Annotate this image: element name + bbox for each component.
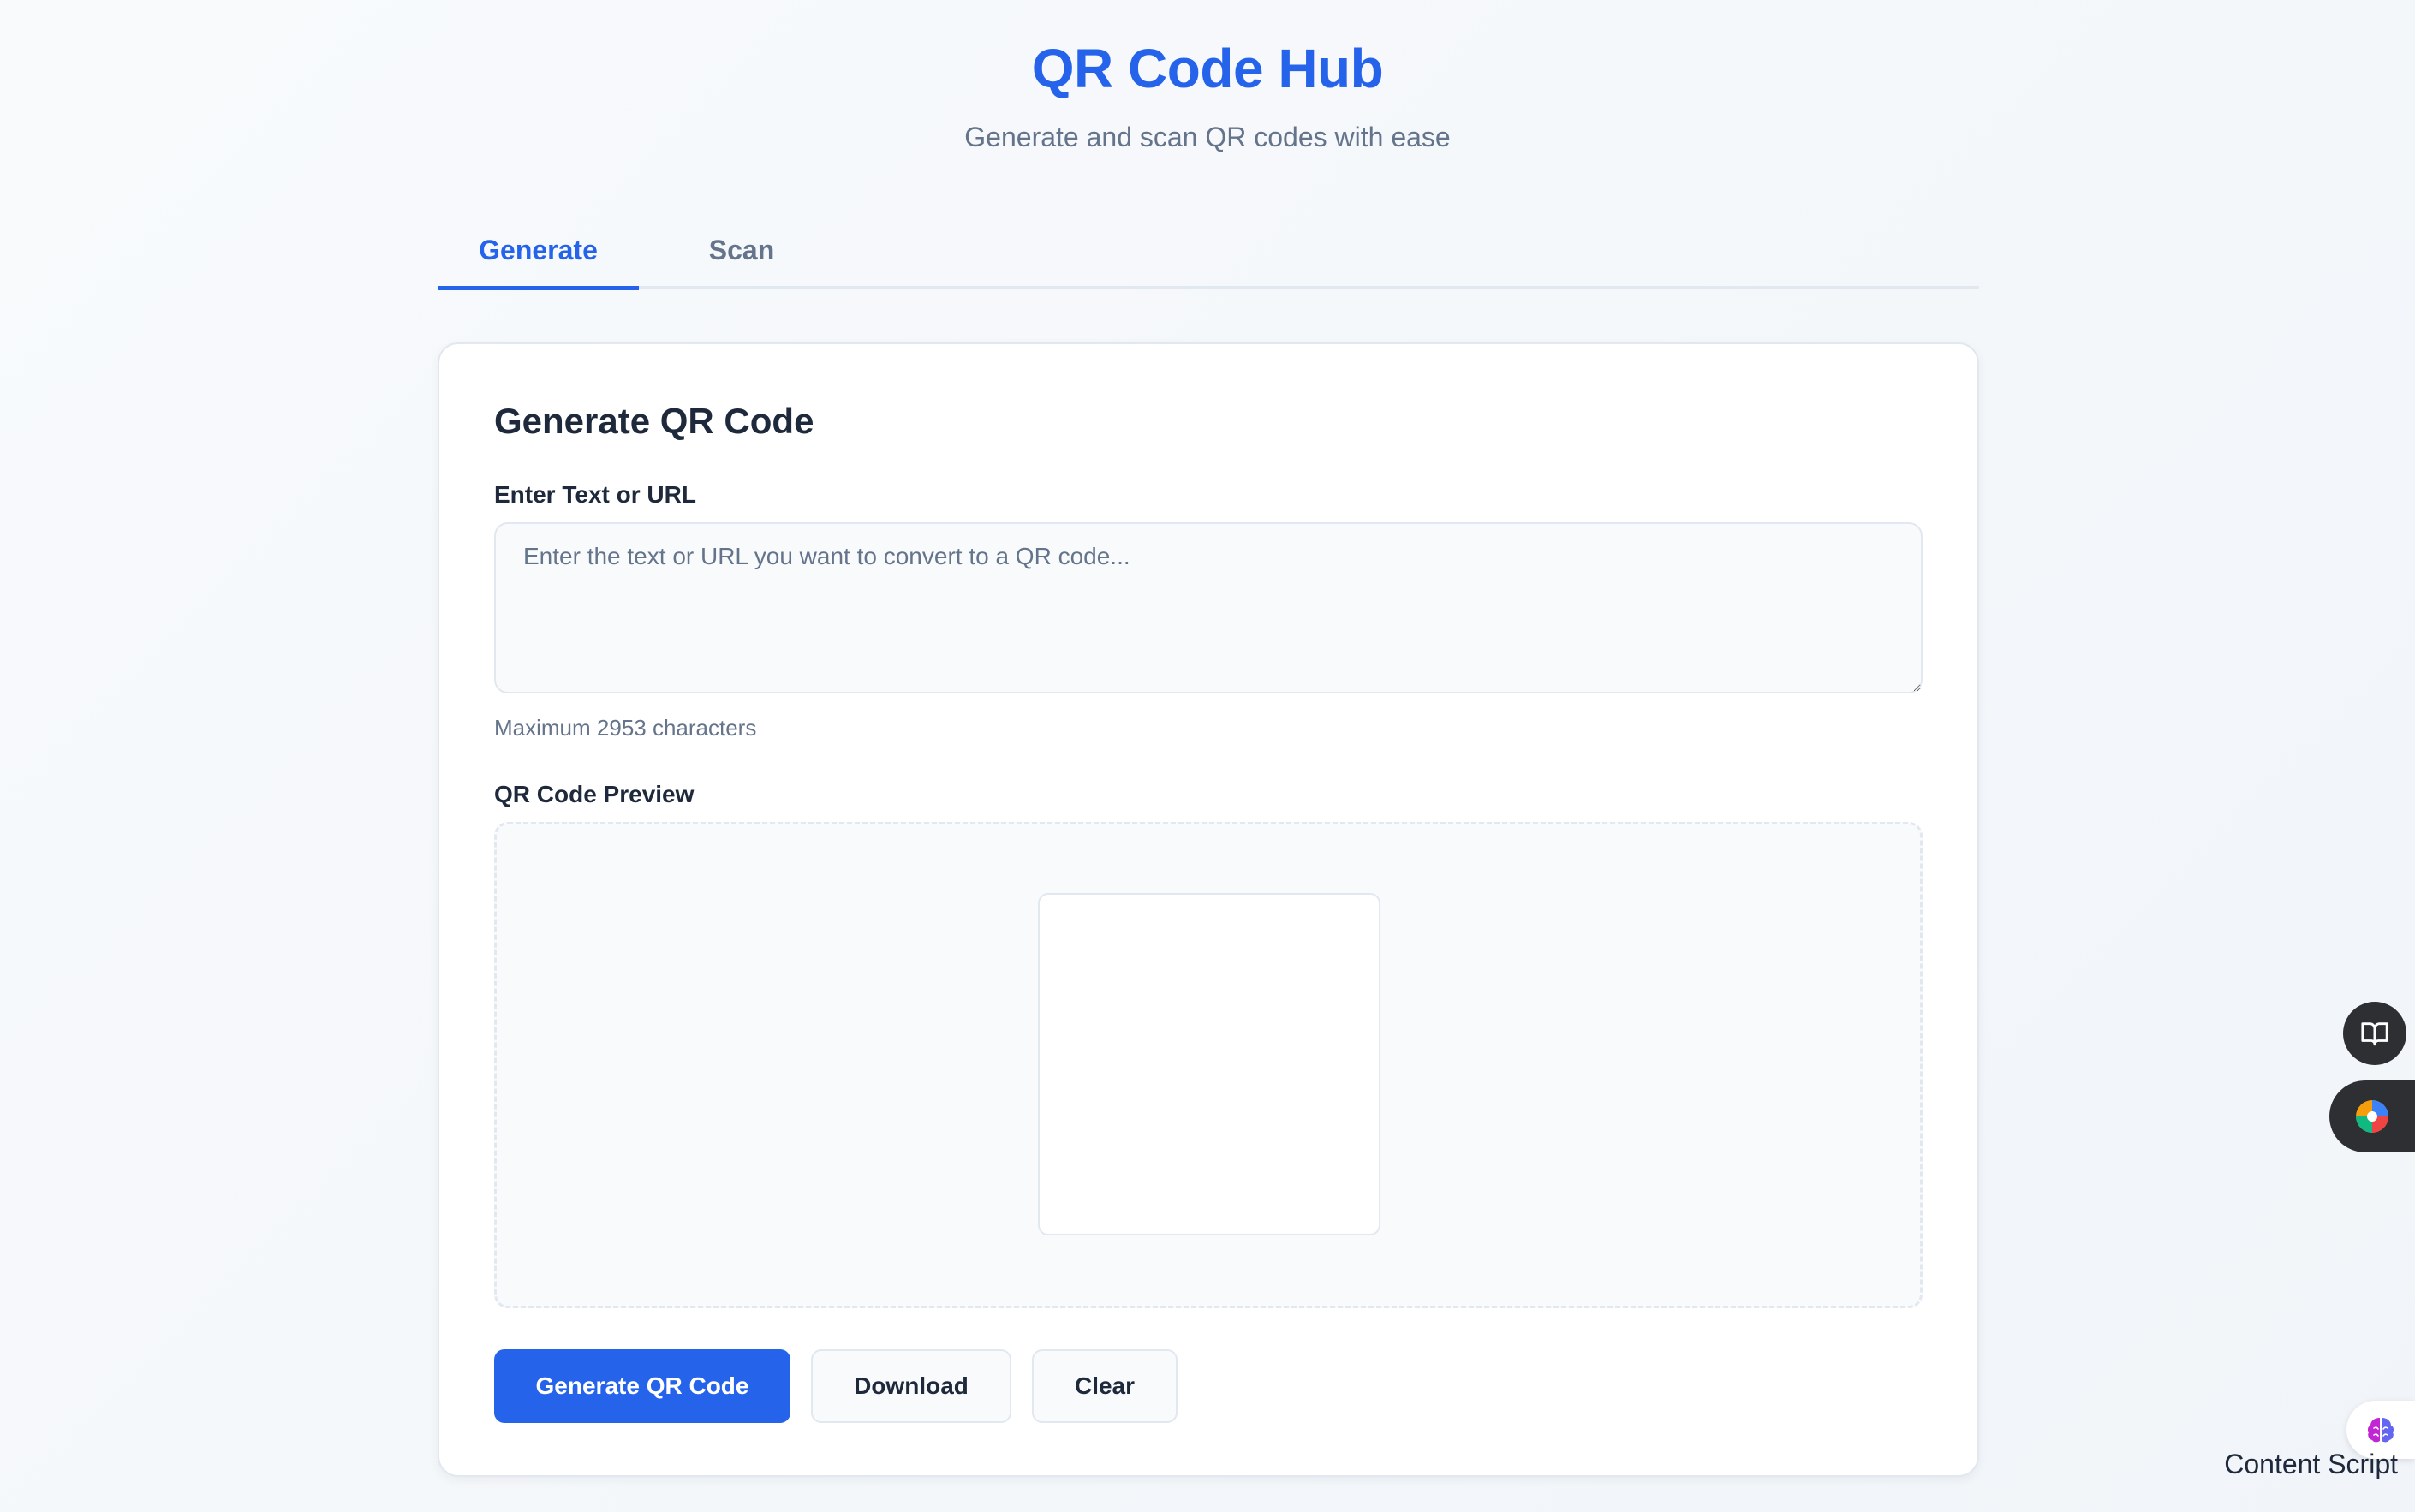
ai-assistant-button[interactable] — [2329, 1080, 2415, 1152]
generate-card: Generate QR Code Enter Text or URL Maxim… — [438, 342, 1979, 1477]
tab-scan[interactable]: Scan — [639, 214, 844, 289]
card-title: Generate QR Code — [494, 401, 814, 441]
generate-qr-button[interactable]: Generate QR Code — [494, 1349, 790, 1423]
app-title: QR Code Hub — [1031, 38, 1384, 99]
tab-bar: Generate Scan — [438, 214, 1979, 290]
brain-icon — [2367, 1418, 2394, 1443]
app-subtitle: Generate and scan QR codes with ease — [964, 122, 1451, 152]
character-limit-hint: Maximum 2953 characters — [494, 715, 757, 741]
preview-label: QR Code Preview — [494, 781, 695, 807]
colorful-ai-icon — [2356, 1100, 2388, 1133]
qr-preview-area — [494, 822, 1923, 1308]
content-script-label: Content Script — [2224, 1449, 2398, 1479]
book-open-icon — [2361, 1022, 2388, 1046]
page-header: QR Code Hub Generate and scan QR codes w… — [0, 34, 2415, 154]
text-input-label: Enter Text or URL — [494, 481, 696, 508]
reader-button[interactable] — [2343, 1002, 2406, 1065]
tab-generate[interactable]: Generate — [438, 214, 639, 290]
qr-code-canvas — [1038, 893, 1380, 1235]
text-url-input[interactable] — [494, 522, 1923, 693]
download-button[interactable]: Download — [811, 1349, 1011, 1423]
clear-button[interactable]: Clear — [1032, 1349, 1178, 1423]
